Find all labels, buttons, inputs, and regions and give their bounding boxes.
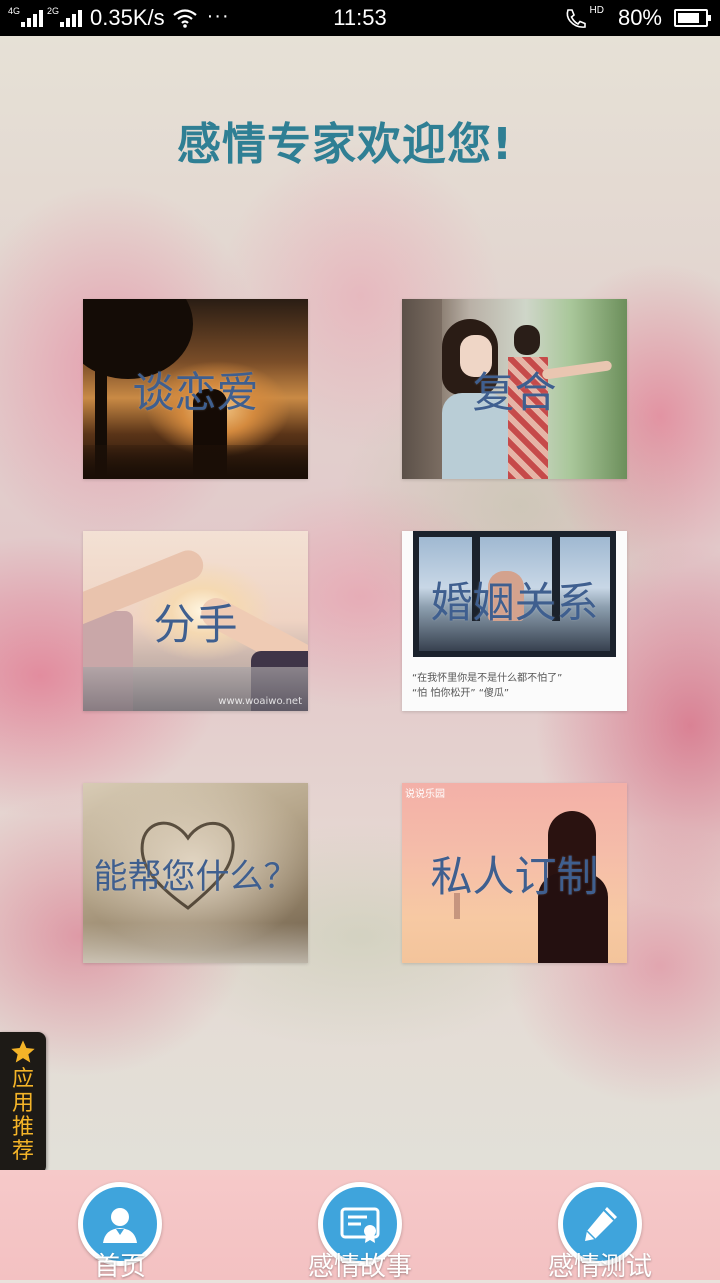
tile-label: 能帮您什么？ [93, 856, 298, 897]
nav-test[interactable]: 感情测试 [500, 1170, 700, 1282]
tile-help[interactable]: 能帮您什么？ [83, 783, 308, 963]
hd-voice-badge: HD [589, 4, 604, 16]
nav-label: 感情故事 [307, 1252, 412, 1282]
tile-label: 复合 [472, 367, 557, 417]
status-bar: 4G 2G 0.35K/s ··· 11:53 HD 80% [0, 0, 720, 36]
image-caption: “在我怀里你是不是什么都不怕了” “怕 怕你松开” “傻瓜” [412, 671, 562, 701]
tile-marriage[interactable]: “在我怀里你是不是什么都不怕了” “怕 怕你松开” “傻瓜” 婚姻关系 [402, 531, 627, 711]
user-icon [103, 1208, 137, 1243]
image-tag: 说说乐园 [405, 789, 445, 800]
page-title: 感情专家欢迎您! [176, 119, 514, 170]
tile-label: 私人订制 [430, 851, 599, 901]
nav-home[interactable]: 首页 [20, 1170, 220, 1282]
certificate-icon [340, 1207, 380, 1243]
battery-icon [674, 9, 711, 27]
nav-stories[interactable]: 感情故事 [260, 1170, 460, 1282]
battery-percent: 80% [617, 5, 662, 30]
caption-line: “怕 怕你松开” “傻瓜” [412, 688, 510, 699]
tile-reconcile[interactable]: 复合 [402, 299, 627, 479]
star-icon [11, 1040, 35, 1063]
app-recommend-tab[interactable]: 应用推荐 [0, 1032, 46, 1174]
image-watermark: www.woaiwo.net [218, 696, 302, 707]
caption-line: “在我怀里你是不是什么都不怕了” [412, 673, 563, 684]
tile-breakup[interactable]: www.woaiwo.net 分手 [83, 531, 308, 711]
recommend-label: 应用推荐 [11, 1067, 34, 1164]
tile-label: 谈恋爱 [132, 367, 259, 417]
tile-custom[interactable]: 说说乐园 私人订制 [402, 783, 627, 963]
nav-label: 首页 [93, 1252, 146, 1282]
tile-label: 分手 [153, 599, 238, 649]
nav-label: 感情测试 [547, 1252, 652, 1282]
tile-label: 婚姻关系 [430, 577, 599, 627]
pencil-icon [585, 1207, 617, 1241]
tile-dating[interactable]: 谈恋爱 [83, 299, 308, 479]
phone-call-icon [566, 9, 586, 28]
bottom-nav: 首页 感情故事 感情测试 [0, 1170, 720, 1282]
